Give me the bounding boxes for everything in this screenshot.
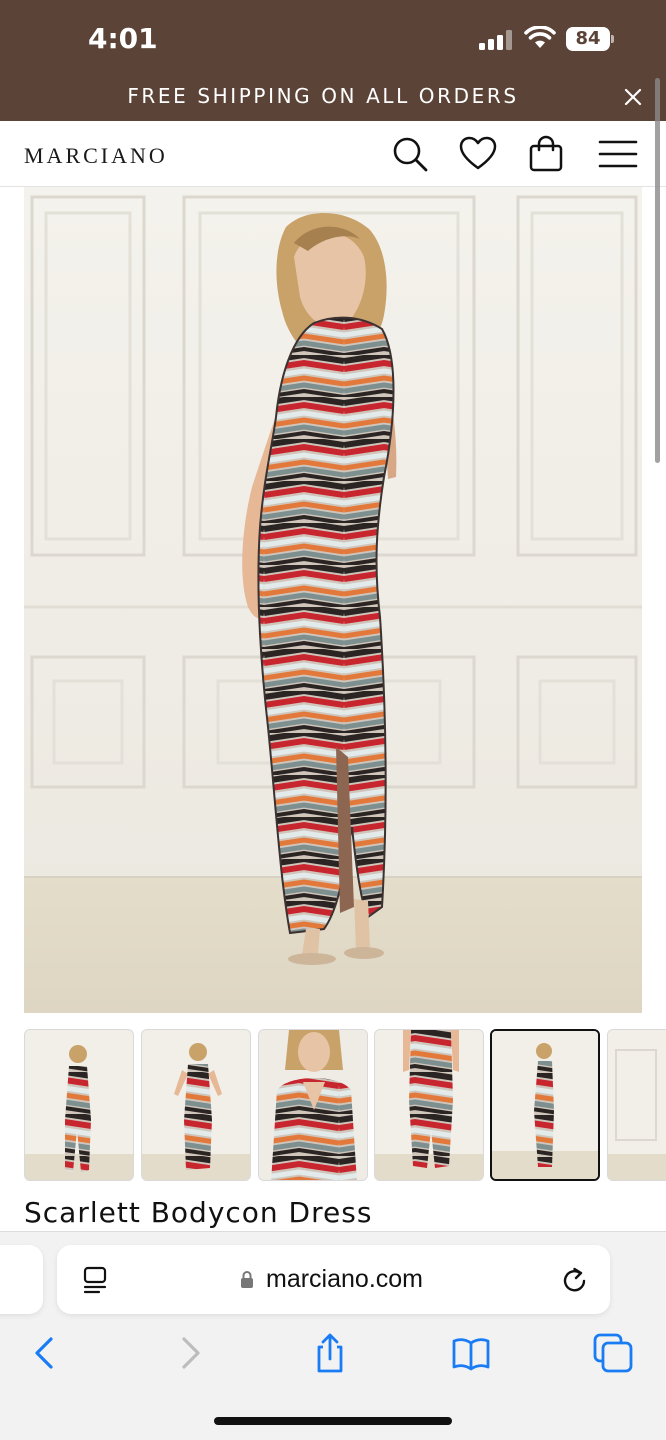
thumbnail-strip (24, 1029, 666, 1181)
url-text[interactable]: marciano.com (57, 1245, 610, 1314)
previous-tab-preview[interactable] (0, 1245, 43, 1314)
lock-icon (241, 1271, 253, 1288)
address-bar[interactable]: marciano.com (57, 1245, 610, 1314)
shopping-bag-icon[interactable] (526, 134, 566, 174)
thumbnail-6[interactable] (607, 1029, 666, 1181)
status-time: 4:01 (88, 22, 158, 55)
thumbnail-4[interactable] (374, 1029, 484, 1181)
thumbnail-1[interactable] (24, 1029, 134, 1181)
search-icon[interactable] (390, 134, 430, 174)
thumbnail-5[interactable] (490, 1029, 600, 1181)
browser-toolbar: marciano.com (0, 1231, 666, 1440)
site-header: MARCIANO (0, 121, 666, 187)
home-indicator[interactable] (214, 1417, 452, 1425)
share-icon[interactable] (310, 1333, 350, 1373)
promo-banner-text: FREE SHIPPING ON ALL ORDERS (127, 84, 519, 108)
forward-icon[interactable] (170, 1333, 210, 1373)
url-label: marciano.com (266, 1265, 423, 1293)
wifi-icon (524, 26, 556, 48)
battery-icon: 84 (566, 27, 614, 51)
product-photo (24, 187, 642, 1013)
cellular-signal-icon (479, 30, 513, 50)
thumbnail-3[interactable] (258, 1029, 368, 1181)
product-title: Scarlett Bodycon Dress (24, 1196, 373, 1229)
bookmarks-icon[interactable] (451, 1333, 491, 1373)
reload-icon[interactable] (560, 1265, 590, 1295)
thumbnail-2[interactable] (141, 1029, 251, 1181)
menu-icon[interactable] (598, 134, 638, 174)
status-bar: 4:01 84 (0, 0, 666, 78)
page-scrollbar[interactable] (655, 78, 660, 463)
battery-level: 84 (575, 28, 601, 49)
tabs-icon[interactable] (593, 1333, 633, 1373)
top-banner-area: 4:01 84 FREE SHIPPING ON ALL ORDERS (0, 0, 666, 121)
heart-icon[interactable] (458, 134, 498, 174)
product-main-image[interactable] (24, 187, 642, 1013)
product-page: 4:01 84 FREE SHIPPING ON ALL ORDERS MARC… (0, 0, 666, 1440)
brand-logo[interactable]: MARCIANO (24, 143, 168, 169)
close-icon[interactable] (620, 84, 646, 110)
back-icon[interactable] (25, 1333, 65, 1373)
